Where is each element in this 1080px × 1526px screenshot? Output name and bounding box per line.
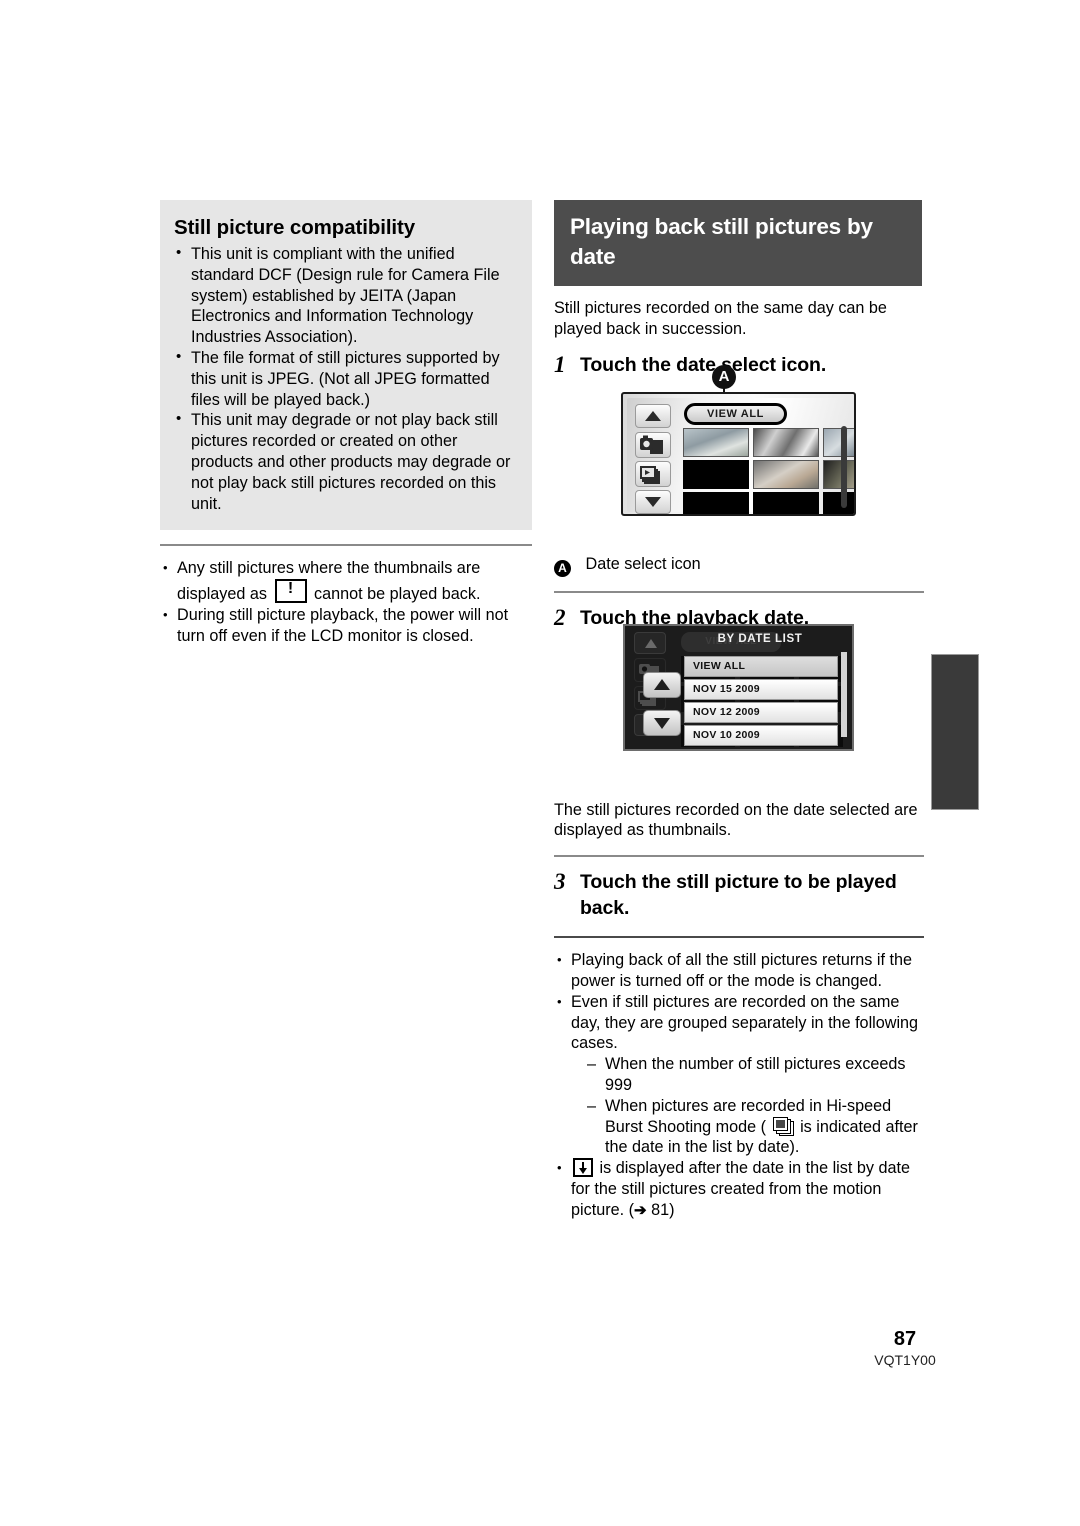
divider xyxy=(554,590,924,593)
figure-view-all-screen: VIEW ALL xyxy=(621,392,856,516)
callout-marker-a: A xyxy=(554,559,571,577)
step-text: Touch the date select icon. xyxy=(580,353,827,376)
scroll-up-arrow[interactable] xyxy=(643,672,681,698)
scroll-down-arrow[interactable] xyxy=(643,710,681,736)
note-text: Even if still pictures are recorded on t… xyxy=(571,992,919,1053)
thumbnail[interactable] xyxy=(753,492,819,514)
list-item: This unit is compliant with the unified … xyxy=(174,243,518,348)
list-item: During still picture playback, the power… xyxy=(160,605,532,647)
step-number: 2 xyxy=(554,604,566,630)
document-code: VQT1Y00 xyxy=(0,1352,1080,1368)
thumbnail[interactable] xyxy=(753,428,819,457)
photo-mode-icon[interactable] xyxy=(635,432,671,458)
compatibility-bullet-list: This unit is compliant with the unified … xyxy=(174,243,518,514)
note-text-part2: cannot be played back. xyxy=(314,585,481,604)
callout-marker-a-figure: A xyxy=(712,365,736,389)
after-step2-text: The still pictures recorded on the date … xyxy=(554,800,918,840)
vertical-scrollbar[interactable] xyxy=(841,426,847,508)
final-notes-list: Playing back of all the still pictures r… xyxy=(554,950,924,1221)
divider xyxy=(554,855,924,858)
warning-thumbnail-icon xyxy=(274,579,307,604)
side-index-tab xyxy=(931,654,979,810)
list-item: This unit may degrade or not play back s… xyxy=(174,409,518,514)
thumbnail[interactable] xyxy=(683,492,749,514)
date-list-item-view-all[interactable]: VIEW ALL xyxy=(684,656,838,677)
left-column: Still picture compatibility This unit is… xyxy=(160,200,532,647)
dimmed-scroll-up-arrow xyxy=(634,632,666,654)
view-all-button[interactable]: VIEW ALL xyxy=(684,403,787,425)
scroll-up-arrow[interactable] xyxy=(635,404,671,428)
list-item: When pictures are recorded in Hi-speed B… xyxy=(587,1096,924,1158)
date-list-item[interactable]: NOV 15 2009 xyxy=(684,679,838,700)
step-text: Touch the still picture to be played bac… xyxy=(580,871,897,920)
list-item: Playing back of all the still pictures r… xyxy=(554,950,924,992)
still-picture-compatibility-box: Still picture compatibility This unit is… xyxy=(160,200,532,531)
list-item: is displayed after the date in the list … xyxy=(554,1158,924,1221)
triangle-up-icon xyxy=(645,411,661,421)
figure-by-date-list-screen: VIEW ALL BY DATE LIST VIEW ALL NOV 15 20… xyxy=(623,624,854,751)
burst-shooting-icon xyxy=(772,1116,794,1136)
page-number: 87 xyxy=(0,1328,1080,1351)
step-1: 1 Touch the date select icon. xyxy=(554,352,924,378)
grouping-cases-list: When the number of still pictures exceed… xyxy=(571,1054,924,1158)
page-number-value: 87 xyxy=(893,1328,917,1350)
callout-caption: A Date select icon xyxy=(554,554,924,577)
document-code-value: VQT1Y00 xyxy=(874,1352,936,1368)
step-3: 3 Touch the still picture to be played b… xyxy=(554,869,924,921)
callout-label: Date select icon xyxy=(585,554,701,573)
thumbnail[interactable] xyxy=(823,428,854,457)
triangle-down-icon xyxy=(645,497,661,507)
vertical-scrollbar[interactable] xyxy=(841,652,847,737)
motion-picture-capture-icon xyxy=(573,1158,593,1178)
date-list-item[interactable]: NOV 10 2009 xyxy=(684,725,838,746)
note-text-part2: ) xyxy=(669,1200,675,1219)
note-text-part1: is displayed after the date in the list … xyxy=(571,1159,910,1219)
divider xyxy=(160,544,532,547)
scroll-down-arrow[interactable] xyxy=(635,490,671,514)
thumbnail[interactable] xyxy=(823,492,854,514)
page-title: Playing back still pictures by date xyxy=(554,200,922,286)
by-date-list-title: BY DATE LIST xyxy=(717,633,803,645)
section-intro: Still pictures recorded on the same day … xyxy=(554,299,887,338)
step-number: 1 xyxy=(554,351,566,377)
left-notes-list: Any still pictures where the thumbnails … xyxy=(160,558,532,646)
page-ref-number: 81 xyxy=(651,1200,670,1219)
thumbnail[interactable] xyxy=(753,460,819,489)
divider xyxy=(554,936,924,939)
thumbnail[interactable] xyxy=(823,460,854,489)
step-number: 3 xyxy=(554,869,566,895)
grey-box-heading: Still picture compatibility xyxy=(174,216,416,239)
thumbnail[interactable] xyxy=(683,460,749,489)
list-item: Even if still pictures are recorded on t… xyxy=(554,992,924,1158)
thumbnail[interactable] xyxy=(683,428,749,457)
list-item: When the number of still pictures exceed… xyxy=(587,1054,924,1096)
page-ref-arrow-icon: ➔ xyxy=(633,1201,647,1219)
date-list-item[interactable]: NOV 12 2009 xyxy=(684,702,838,723)
playback-mode-icon[interactable] xyxy=(635,461,671,487)
list-item: Any still pictures where the thumbnails … xyxy=(160,558,532,605)
manual-page: Still picture compatibility This unit is… xyxy=(0,0,1080,1526)
list-item: The file format of still pictures suppor… xyxy=(174,347,518,410)
